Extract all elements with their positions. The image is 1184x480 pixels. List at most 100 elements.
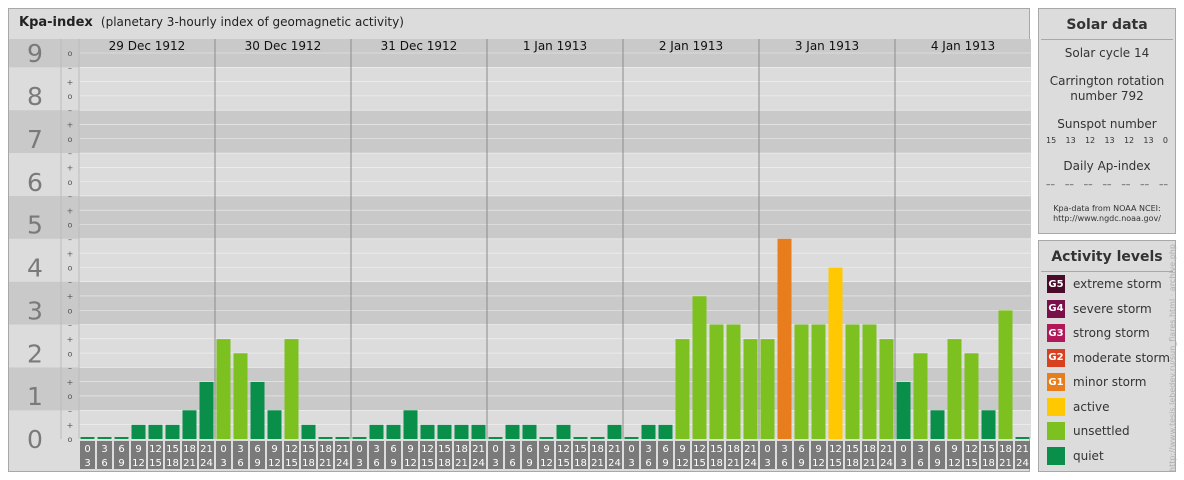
time-tick-start: 18 [591, 444, 604, 455]
kp-bar [114, 437, 129, 439]
kp-bar [216, 339, 231, 439]
kp-bar [505, 424, 520, 439]
kpa-bar-chart: 0123456789o+–o+–o+–o+–o+–o+–o+–o+–o+–o29… [9, 39, 1031, 469]
chart-title: Kpa-index (planetary 3-hourly index of g… [19, 15, 404, 30]
legend-label: moderate storm [1073, 350, 1170, 365]
sublevel-mark: o [68, 264, 73, 273]
kp-bar [675, 339, 690, 439]
day-label: 29 Dec 1912 [109, 39, 186, 53]
time-tick-start: 15 [438, 444, 451, 455]
time-tick-end: 24 [744, 458, 757, 469]
y-level-label: 1 [27, 382, 43, 411]
kp-bar [97, 437, 112, 439]
time-tick-end: 9 [662, 458, 668, 469]
solar-data-panel: Solar data Solar cycle 14 Carrington rot… [1038, 8, 1176, 234]
time-tick-end: 21 [999, 458, 1012, 469]
sublevel-mark: o [68, 221, 73, 230]
sunspot-value: 13 [1104, 136, 1115, 145]
kp-bar [981, 410, 996, 439]
sublevel-mark: – [68, 406, 72, 415]
time-tick-end: 24 [608, 458, 621, 469]
legend-label: severe storm [1073, 301, 1152, 316]
time-tick-start: 18 [727, 444, 740, 455]
legend-item: G2 moderate storm [1047, 348, 1170, 367]
time-tick-start: 12 [829, 444, 842, 455]
sublevel-mark: + [67, 249, 74, 258]
time-tick-end: 12 [540, 458, 553, 469]
level-band [9, 324, 1031, 368]
sublevel-mark: – [68, 63, 72, 72]
kp-bar [488, 437, 503, 439]
credit-link[interactable]: http://www.ngdc.noaa.gov/ [1039, 214, 1175, 224]
kp-bar [335, 437, 350, 439]
time-tick-end: 18 [438, 458, 451, 469]
chart-title-main: Kpa-index [19, 15, 93, 30]
time-tick-end: 15 [421, 458, 434, 469]
kp-bar [794, 324, 809, 439]
time-tick-end: 9 [254, 458, 260, 469]
time-tick-start: 0 [220, 444, 226, 455]
ap-value: –– [1158, 180, 1168, 190]
kp-bar [233, 353, 248, 439]
sunspot-title: Sunspot number [1057, 117, 1157, 131]
activity-levels-title: Activity levels [1041, 241, 1173, 272]
legend-swatch [1047, 446, 1065, 465]
kp-bar [267, 410, 282, 439]
credit-line1: Kpa-data from NOAA NCEI: [1053, 204, 1161, 213]
sublevel-mark: + [67, 421, 74, 430]
time-tick-end: 3 [84, 458, 90, 469]
kp-bar [743, 339, 758, 439]
time-tick-start: 18 [319, 444, 332, 455]
time-tick-start: 12 [421, 444, 434, 455]
ap-values: –– –– –– –– –– –– –– [1039, 180, 1175, 190]
sublevel-mark: + [67, 78, 74, 87]
time-tick-start: 21 [336, 444, 349, 455]
time-tick-start: 18 [999, 444, 1012, 455]
time-tick-start: 3 [237, 444, 243, 455]
time-tick-end: 6 [373, 458, 379, 469]
time-tick-start: 9 [543, 444, 549, 455]
sublevel-mark: + [67, 121, 74, 130]
time-tick-end: 21 [863, 458, 876, 469]
time-tick-start: 12 [693, 444, 706, 455]
time-tick-end: 12 [132, 458, 145, 469]
time-tick-end: 15 [829, 458, 842, 469]
ap-value: –– [1083, 180, 1093, 190]
legend-item: G5 extreme storm [1047, 275, 1162, 293]
time-tick-end: 3 [764, 458, 770, 469]
time-tick-start: 3 [917, 444, 923, 455]
time-tick-end: 24 [336, 458, 349, 469]
sunspot-value: 12 [1123, 136, 1135, 145]
time-tick-start: 12 [557, 444, 570, 455]
activity-levels-panel: Activity levels G5 extreme storm G4 severe … [1038, 240, 1176, 472]
time-tick-start: 6 [254, 444, 260, 455]
time-tick-start: 9 [951, 444, 957, 455]
time-tick-end: 21 [591, 458, 604, 469]
sublevel-mark: o [68, 306, 73, 315]
legend-swatch: G2 [1047, 348, 1065, 367]
day-label: 2 Jan 1913 [659, 39, 723, 53]
y-level-label: 5 [27, 211, 43, 240]
time-tick-end: 15 [285, 458, 298, 469]
time-tick-start: 6 [934, 444, 940, 455]
ap-value: –– [1046, 180, 1055, 190]
sunspot-value: 13 [1065, 136, 1076, 145]
sublevel-mark: o [68, 135, 73, 144]
time-tick-end: 21 [183, 458, 196, 469]
kpa-chart-panel: 0 1 2 3 4 5 6 7 8 9 o + – o + – o + – o + – o + – o + – o + – o + – o + – o 29… [8, 8, 1031, 472]
legend-swatch: G4 [1047, 299, 1065, 318]
day-label: 3 Jan 1913 [795, 39, 859, 53]
day-label: 30 Dec 1912 [245, 39, 322, 53]
legend-label: minor storm [1073, 375, 1147, 389]
sunspot-value: 0 [1162, 136, 1168, 145]
time-tick-end: 3 [492, 458, 498, 469]
legend-label: active [1073, 399, 1110, 414]
time-tick-end: 12 [404, 458, 417, 469]
y-level-label: 7 [27, 125, 43, 154]
level-band [9, 110, 1031, 154]
legend-item: G4 severe storm [1047, 299, 1152, 318]
kp-bar [386, 424, 401, 439]
sublevel-mark: + [67, 164, 74, 173]
time-tick-end: 6 [781, 458, 787, 469]
sublevel-mark: – [68, 149, 72, 158]
